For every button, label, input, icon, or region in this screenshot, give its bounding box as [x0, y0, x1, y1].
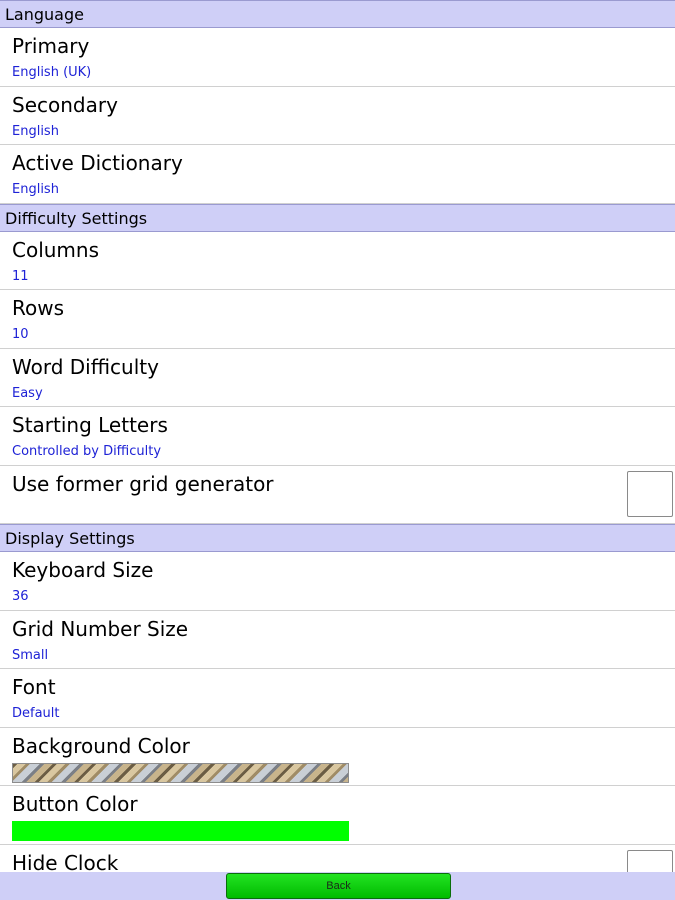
setting-value: Easy	[12, 385, 43, 401]
setting-title: Columns	[12, 237, 100, 262]
back-button[interactable]: Back	[226, 873, 451, 899]
setting-keyboard-size[interactable]: Keyboard Size 36	[0, 552, 675, 611]
setting-secondary-language[interactable]: Secondary English	[0, 87, 675, 145]
setting-word-difficulty[interactable]: Word Difficulty Easy	[0, 349, 675, 407]
setting-title: Background Color	[12, 733, 190, 758]
setting-title: Button Color	[12, 792, 138, 816]
setting-font[interactable]: Font Default	[0, 669, 675, 728]
setting-former-grid-generator[interactable]: Use former grid generator	[0, 466, 675, 524]
setting-value: English	[12, 123, 59, 139]
setting-title: Active Dictionary	[12, 151, 183, 175]
settings-scroll-area[interactable]: Language Primary English (UK) Secondary …	[0, 0, 675, 872]
setting-value: Small	[12, 647, 49, 663]
setting-value: Controlled by Difficulty	[12, 444, 162, 459]
setting-primary-language[interactable]: Primary English (UK)	[0, 28, 675, 87]
hide-clock-checkbox[interactable]	[627, 849, 673, 872]
setting-value: English	[12, 182, 59, 197]
button-color-swatch	[12, 821, 349, 841]
setting-value: Default	[12, 706, 60, 721]
setting-columns[interactable]: Columns 11	[0, 232, 675, 290]
setting-value: English (UK)	[12, 65, 92, 80]
setting-title: Grid Number Size	[12, 616, 189, 641]
setting-value: 10	[12, 327, 29, 342]
setting-title: Starting Letters	[12, 413, 168, 437]
setting-value: 11	[12, 268, 29, 284]
setting-title: Keyboard Size	[12, 558, 154, 582]
setting-active-dictionary[interactable]: Active Dictionary English	[0, 145, 675, 204]
section-header-difficulty: Difficulty Settings	[0, 203, 675, 232]
setting-title: Hide Clock	[12, 850, 119, 873]
setting-button-color[interactable]: Button Color	[0, 786, 675, 845]
background-color-swatch	[12, 762, 349, 783]
setting-grid-number-size[interactable]: Grid Number Size Small	[0, 611, 675, 669]
setting-rows[interactable]: Rows 10	[0, 290, 675, 349]
setting-title: Rows	[12, 296, 65, 320]
setting-title: Font	[12, 675, 56, 699]
section-header-language: Language	[0, 0, 675, 28]
setting-value: 36	[12, 589, 29, 604]
section-header-display: Display Settings	[0, 524, 675, 552]
setting-background-color[interactable]: Background Color	[0, 728, 675, 786]
setting-starting-letters[interactable]: Starting Letters Controlled by Difficult…	[0, 407, 675, 466]
setting-title: Word Difficulty	[12, 354, 159, 379]
setting-title: Use former grid generator	[12, 471, 274, 496]
footer-bar: Back	[0, 872, 675, 900]
setting-title: Secondary	[12, 92, 118, 117]
former-grid-checkbox[interactable]	[627, 470, 673, 517]
setting-title: Primary	[12, 34, 90, 58]
setting-hide-clock[interactable]: Hide Clock	[0, 845, 675, 873]
